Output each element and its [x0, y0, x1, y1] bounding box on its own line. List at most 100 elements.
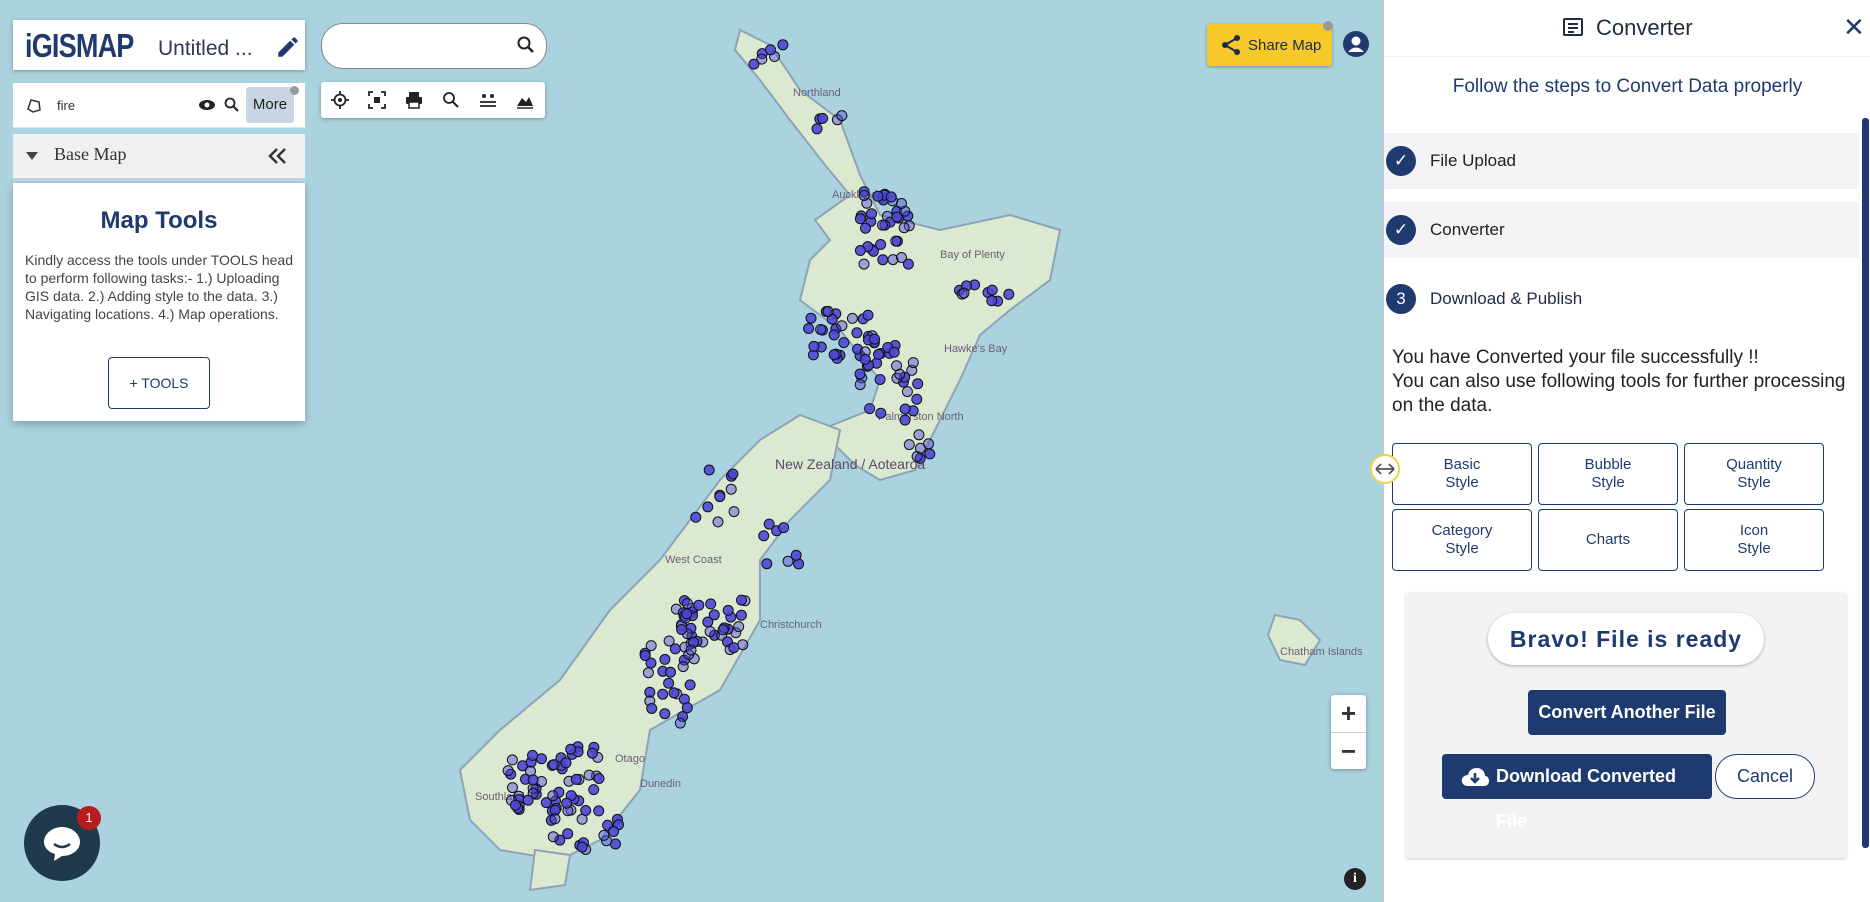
fire-point-marker[interactable]: [593, 805, 605, 817]
fire-point-marker[interactable]: [588, 784, 600, 796]
fire-point-marker[interactable]: [854, 368, 866, 380]
fire-point-marker[interactable]: [860, 222, 871, 234]
fire-point-marker[interactable]: [864, 403, 876, 415]
fire-point-marker[interactable]: [846, 312, 858, 324]
fire-point-marker[interactable]: [693, 599, 705, 611]
fire-point-marker[interactable]: [958, 287, 970, 299]
cancel-button[interactable]: Cancel: [1715, 754, 1815, 799]
caret-down-icon[interactable]: [26, 152, 38, 160]
fire-point-marker[interactable]: [898, 222, 910, 234]
fire-point-marker[interactable]: [986, 284, 998, 296]
fire-point-marker[interactable]: [885, 191, 897, 203]
fire-point-marker[interactable]: [714, 491, 726, 503]
fire-point-marker[interactable]: [828, 349, 840, 361]
step-file-upload[interactable]: ✓ File Upload: [1384, 133, 1859, 189]
fire-point-marker[interactable]: [914, 442, 926, 454]
bubble-style-button[interactable]: Bubble Style: [1538, 443, 1678, 505]
fire-point-marker[interactable]: [873, 348, 884, 360]
fire-point-marker[interactable]: [811, 123, 823, 135]
fire-point-marker[interactable]: [986, 295, 998, 307]
fire-point-marker[interactable]: [862, 309, 874, 321]
fire-point-marker[interactable]: [527, 774, 539, 786]
fire-point-marker[interactable]: [645, 640, 657, 652]
fire-point-marker[interactable]: [899, 403, 911, 415]
fire-point-marker[interactable]: [822, 305, 834, 317]
fire-point-marker[interactable]: [808, 340, 820, 352]
measure-icon[interactable]: [479, 91, 497, 109]
fire-point-marker[interactable]: [924, 448, 936, 460]
fire-point-marker[interactable]: [665, 666, 676, 678]
fire-point-marker[interactable]: [583, 769, 595, 781]
fire-point-marker[interactable]: [803, 323, 815, 334]
fire-point-marker[interactable]: [756, 53, 768, 65]
convert-another-file-button[interactable]: Convert Another File: [1528, 690, 1726, 735]
fire-point-marker[interactable]: [758, 530, 770, 542]
category-style-button[interactable]: Category Style: [1392, 509, 1532, 571]
fire-point-marker[interactable]: [659, 653, 671, 665]
search-input[interactable]: [321, 23, 547, 69]
fire-point-marker[interactable]: [858, 190, 870, 201]
igismap-logo[interactable]: iGISMAP: [25, 27, 134, 65]
fire-point-marker[interactable]: [562, 828, 574, 840]
download-converted-file-button[interactable]: Download Converted File: [1442, 754, 1712, 831]
fire-point-marker[interactable]: [836, 320, 848, 332]
tools-button[interactable]: + TOOLS: [108, 357, 210, 409]
fire-point-marker[interactable]: [548, 759, 560, 771]
share-map-button[interactable]: Share Map: [1207, 24, 1332, 66]
fire-point-marker[interactable]: [681, 702, 693, 714]
fire-point-marker[interactable]: [733, 621, 745, 633]
fire-point-marker[interactable]: [674, 717, 686, 729]
close-icon[interactable]: ✕: [1843, 14, 1865, 40]
fire-point-marker[interactable]: [690, 511, 702, 523]
fire-point-marker[interactable]: [913, 429, 925, 441]
fire-point-marker[interactable]: [866, 208, 877, 220]
fire-point-marker[interactable]: [681, 598, 693, 609]
fire-point-marker[interactable]: [703, 464, 715, 476]
fire-point-marker[interactable]: [858, 258, 870, 270]
fire-point-marker[interactable]: [639, 650, 651, 661]
locate-icon[interactable]: [331, 91, 349, 109]
fire-point-marker[interactable]: [728, 642, 740, 654]
fire-point-marker[interactable]: [681, 608, 693, 620]
print-icon[interactable]: [405, 91, 423, 109]
fire-point-marker[interactable]: [722, 604, 734, 616]
fire-point-marker[interactable]: [506, 754, 518, 766]
layer-row-fire[interactable]: fire More: [13, 83, 305, 128]
fire-point-marker[interactable]: [896, 198, 907, 209]
fire-point-marker[interactable]: [828, 329, 840, 341]
fire-point-marker[interactable]: [872, 190, 884, 202]
pencil-icon[interactable]: [275, 34, 301, 60]
double-chevron-left-icon[interactable]: [268, 148, 288, 164]
fire-point-marker[interactable]: [838, 337, 850, 349]
fire-point-marker[interactable]: [877, 219, 888, 231]
quantity-style-button[interactable]: Quantity Style: [1684, 443, 1824, 505]
fire-point-marker[interactable]: [815, 324, 827, 335]
eye-icon[interactable]: [198, 99, 216, 111]
fullscreen-icon[interactable]: [368, 91, 386, 109]
step-converter[interactable]: ✓ Converter: [1384, 202, 1859, 258]
fire-point-marker[interactable]: [547, 790, 559, 802]
fire-point-marker[interactable]: [663, 677, 675, 689]
fire-point-marker[interactable]: [677, 661, 689, 673]
fire-point-marker[interactable]: [903, 439, 915, 451]
fire-point-marker[interactable]: [676, 624, 688, 635]
fire-point-marker[interactable]: [805, 312, 817, 324]
fire-point-marker[interactable]: [894, 368, 906, 380]
fire-point-marker[interactable]: [896, 252, 907, 263]
zoom-in-button[interactable]: +: [1331, 695, 1366, 733]
fire-point-marker[interactable]: [684, 679, 696, 691]
fire-point-marker[interactable]: [659, 708, 671, 720]
fire-point-marker[interactable]: [712, 516, 724, 528]
fire-point-marker[interactable]: [836, 110, 848, 122]
fire-point-marker[interactable]: [663, 635, 675, 647]
fire-point-marker[interactable]: [899, 414, 911, 426]
fire-point-marker[interactable]: [911, 393, 923, 405]
fire-point-marker[interactable]: [507, 782, 518, 794]
fire-point-marker[interactable]: [717, 624, 729, 636]
fire-point-marker[interactable]: [580, 805, 592, 816]
fire-point-marker[interactable]: [536, 753, 547, 765]
fire-point-marker[interactable]: [668, 687, 680, 699]
fire-point-marker[interactable]: [735, 609, 747, 621]
fire-point-marker[interactable]: [765, 44, 776, 56]
fire-point-marker[interactable]: [727, 468, 739, 480]
